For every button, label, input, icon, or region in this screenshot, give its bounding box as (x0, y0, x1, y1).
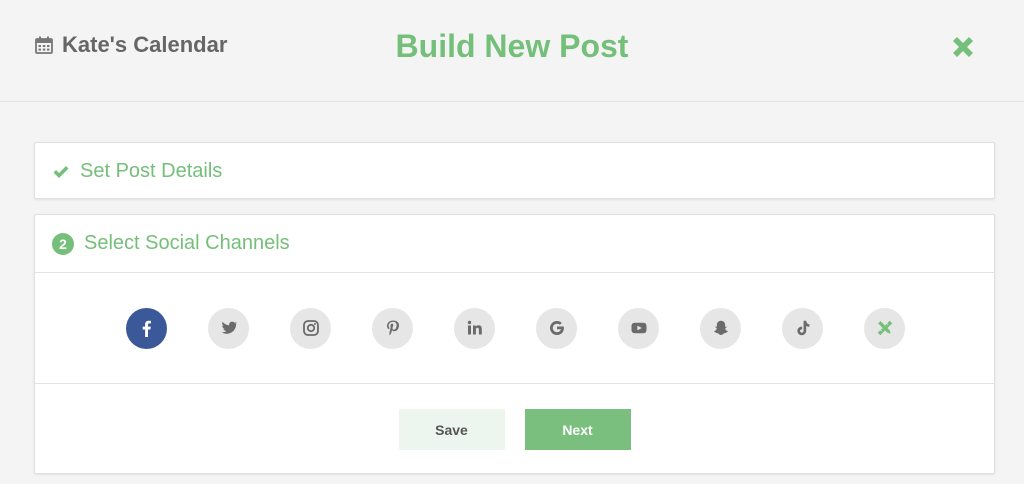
step-set-post-details[interactable]: Set Post Details (34, 142, 995, 199)
step-label: Select Social Channels (84, 232, 290, 254)
step-header[interactable]: Set Post Details (35, 143, 994, 200)
check-icon (53, 165, 69, 178)
channel-youtube[interactable] (618, 307, 659, 349)
page-title: Build New Post (395, 28, 629, 64)
channel-instagram[interactable] (290, 307, 331, 349)
step-select-social-channels: 2 Select Social Channels Save Next (34, 214, 995, 474)
google-icon (549, 321, 564, 335)
step-number-badge: 2 (52, 232, 74, 255)
step-label: Set Post Details (80, 160, 223, 182)
modal-header: Kate's Calendar Build New Post (0, 0, 1024, 102)
channel-snapchat[interactable] (700, 307, 741, 349)
instagram-icon (302, 320, 319, 336)
channel-twitter[interactable] (208, 307, 249, 349)
action-bar: Save Next (35, 384, 994, 475)
channel-tiktok[interactable] (782, 307, 823, 349)
close-icon (953, 37, 973, 57)
channel-pinterest[interactable] (372, 307, 413, 349)
youtube-icon (631, 322, 646, 334)
pinterest-icon (386, 320, 399, 336)
channel-linkedin[interactable] (454, 307, 495, 349)
pencil-ruler-icon (877, 320, 892, 336)
facebook-icon (142, 320, 151, 337)
tiktok-icon (796, 320, 809, 336)
channel-list (35, 273, 994, 383)
channel-google[interactable] (536, 307, 577, 349)
save-button[interactable]: Save (398, 409, 505, 450)
step-header: 2 Select Social Channels (35, 215, 994, 272)
channel-custom[interactable] (864, 307, 905, 349)
twitter-icon (221, 321, 237, 334)
next-button[interactable]: Next (524, 409, 631, 450)
channel-facebook[interactable] (126, 307, 167, 349)
close-button[interactable] (948, 32, 978, 62)
linkedin-icon (467, 320, 482, 335)
snapchat-icon (713, 320, 728, 335)
